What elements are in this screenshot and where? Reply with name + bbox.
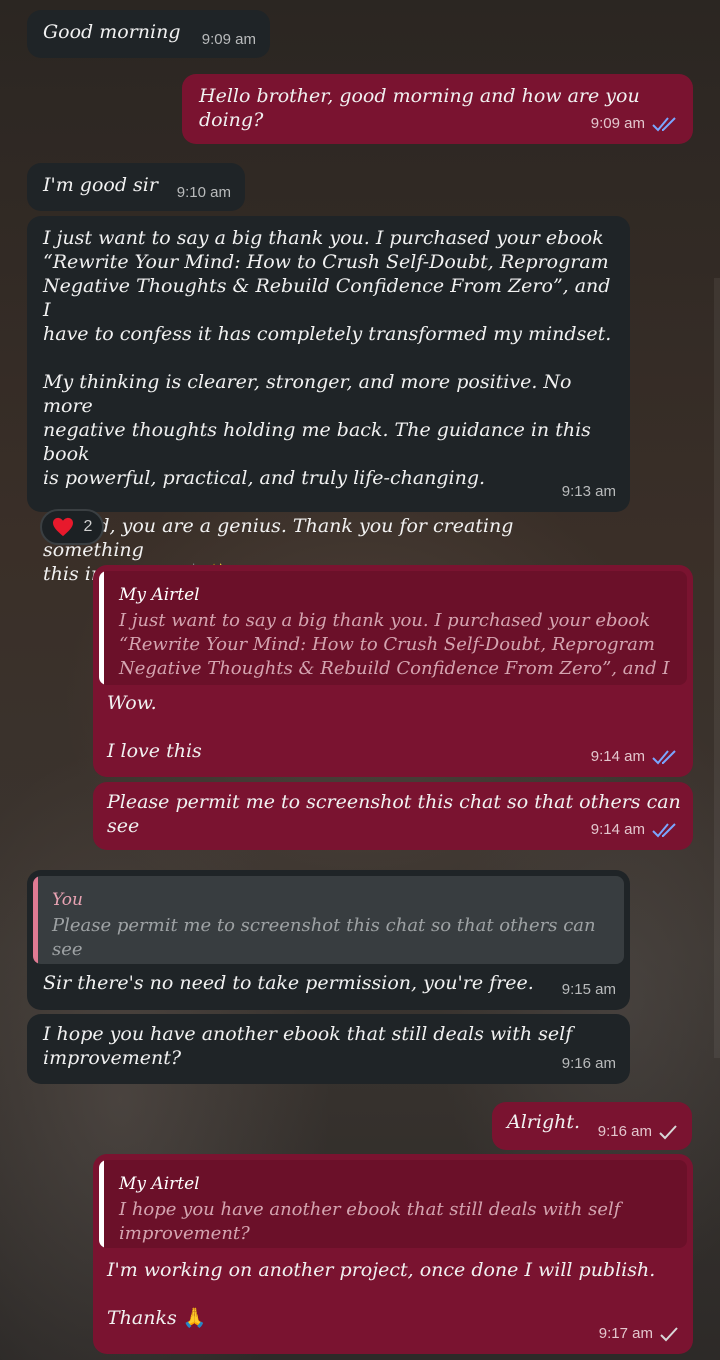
quote-author: You — [52, 890, 83, 910]
incoming-message[interactable]: Good morning 9:09 am — [27, 10, 270, 58]
quote-bar — [99, 1160, 104, 1248]
message-time: 9:16 am — [597, 1123, 652, 1140]
message-time: 9:13 am — [561, 483, 616, 500]
incoming-message[interactable]: I just want to say a big thank you. I pu… — [27, 216, 630, 585]
quoted-message[interactable]: My Airtel I just want to say a big thank… — [99, 571, 687, 685]
quote-author: My Airtel — [119, 585, 200, 605]
message-text: I'm good sir — [43, 174, 158, 196]
quote-text: Please permit me to screenshot this chat… — [52, 915, 596, 960]
outgoing-message[interactable]: My Airtel I hope you have another ebook … — [93, 1154, 693, 1354]
incoming-message[interactable]: I hope you have another ebook that still… — [27, 1014, 630, 1084]
message-meta: 9:17 am — [599, 1322, 679, 1346]
message-time: 9:10 am — [176, 184, 231, 201]
message-meta: 9:14 am — [591, 745, 679, 769]
message-body: I'm working on another project, once don… — [107, 1258, 681, 1330]
message-time: 9:15 am — [561, 981, 616, 998]
message-time: 9:16 am — [561, 1055, 616, 1072]
message-time: 9:09 am — [201, 31, 256, 48]
message-text: I hope you have another ebook that still… — [43, 1023, 573, 1069]
message-meta: 9:14 am — [591, 818, 679, 842]
quote-text: I just want to say a big thank you. I pu… — [119, 610, 670, 685]
message-time: 9:17 am — [598, 1325, 653, 1342]
outgoing-message[interactable]: Alright. 9:16 am — [492, 1102, 692, 1150]
heart-icon — [52, 517, 73, 537]
message-text: Alright. — [507, 1111, 581, 1133]
check-sent-icon — [659, 1125, 677, 1140]
message-time: 9:14 am — [590, 821, 645, 838]
incoming-message[interactable]: You Please permit me to screenshot this … — [27, 870, 630, 1010]
quoted-message[interactable]: My Airtel I hope you have another ebook … — [99, 1160, 687, 1248]
double-check-read-icon — [652, 823, 676, 838]
quote-author: My Airtel — [119, 1174, 200, 1194]
double-check-read-icon — [652, 750, 676, 765]
message-list[interactable]: Good morning 9:09 am Hello brother, good… — [0, 0, 720, 1360]
reaction-count: 2 — [83, 518, 93, 535]
quote-text: I hope you have another ebook that still… — [119, 1199, 621, 1244]
message-meta: 9:09 am — [591, 112, 679, 136]
check-sent-icon — [660, 1327, 678, 1342]
message-text: Wow. I love this — [107, 692, 202, 762]
message-text: I just want to say a big thank you. I pu… — [43, 227, 612, 585]
incoming-message[interactable]: I'm good sir 9:10 am — [27, 163, 245, 211]
message-time: 9:09 am — [590, 115, 645, 132]
message-meta: 9:16 am — [598, 1120, 678, 1144]
message-text: Good morning — [43, 21, 181, 43]
outgoing-message[interactable]: My Airtel I just want to say a big thank… — [93, 565, 693, 777]
message-time: 9:14 am — [590, 748, 645, 765]
emoji: 🙏 — [182, 1307, 207, 1329]
message-body: I just want to say a big thank you. I pu… — [43, 226, 618, 586]
reaction-badge[interactable]: 2 — [40, 509, 104, 545]
quoted-message[interactable]: You Please permit me to screenshot this … — [33, 876, 624, 964]
double-check-read-icon — [652, 117, 676, 132]
quote-bar — [99, 571, 104, 685]
message-text: Sir there's no need to take permission, … — [43, 972, 534, 994]
outgoing-message[interactable]: Please permit me to screenshot this chat… — [93, 782, 693, 850]
quote-bar — [33, 876, 38, 964]
outgoing-message[interactable]: Hello brother, good morning and how are … — [182, 74, 693, 144]
